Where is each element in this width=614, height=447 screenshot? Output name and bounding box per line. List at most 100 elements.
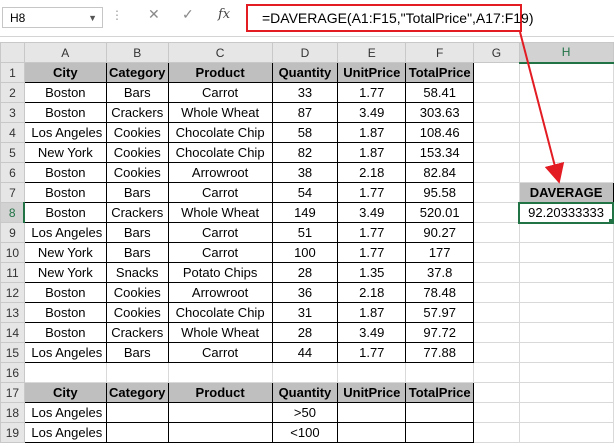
name-box[interactable]: H8 ▼ — [2, 7, 103, 28]
cell-h17[interactable] — [518, 382, 614, 403]
cell-c15[interactable]: Carrot — [167, 342, 273, 363]
cell-b5[interactable]: Cookies — [105, 142, 169, 163]
cell-e3[interactable]: 3.49 — [337, 102, 407, 123]
cell-f15[interactable]: 77.88 — [405, 342, 475, 363]
cell-g14[interactable] — [473, 322, 520, 343]
cell-g12[interactable] — [473, 282, 520, 303]
row-header-13[interactable]: 13 — [0, 302, 25, 323]
cell-d13[interactable]: 31 — [271, 302, 339, 323]
cell-f8[interactable]: 520.01 — [405, 202, 475, 223]
cell-a16[interactable] — [23, 362, 107, 383]
cell-a10[interactable]: New York — [23, 242, 107, 263]
cell-h9[interactable] — [518, 222, 614, 243]
row-header-17[interactable]: 17 — [0, 382, 25, 403]
cell-c5[interactable]: Chocolate Chip — [167, 142, 273, 163]
cell-h12[interactable] — [518, 282, 614, 303]
cell-g9[interactable] — [473, 222, 520, 243]
row-header-19[interactable]: 19 — [0, 422, 25, 443]
cell-g6[interactable] — [473, 162, 520, 183]
header-cell-f[interactable]: TotalPrice — [405, 62, 475, 83]
cell-c19[interactable] — [167, 422, 273, 443]
formula-input[interactable]: =DAVERAGE(A1:F15,"TotalPrice",A17:F19) — [246, 4, 534, 32]
cell-h4[interactable] — [518, 122, 614, 143]
cell-f6[interactable]: 82.84 — [405, 162, 475, 183]
cell-a2[interactable]: Boston — [23, 82, 107, 103]
cancel-icon[interactable]: ✕ — [148, 6, 160, 23]
cell-d7[interactable]: 54 — [271, 182, 339, 203]
cell-h10[interactable] — [518, 242, 614, 263]
criteria-header-e[interactable]: UnitPrice — [337, 382, 407, 403]
cell-d19[interactable]: <100 — [271, 422, 339, 443]
cell-a3[interactable]: Boston — [23, 102, 107, 123]
cell-c18[interactable] — [167, 402, 273, 423]
cell-f4[interactable]: 108.46 — [405, 122, 475, 143]
cell-d18[interactable]: >50 — [271, 402, 339, 423]
cell-g3[interactable] — [473, 102, 520, 123]
cell-g7[interactable] — [473, 182, 520, 203]
cell-a6[interactable]: Boston — [23, 162, 107, 183]
cell-f16[interactable] — [405, 362, 475, 383]
cell-f2[interactable]: 58.41 — [405, 82, 475, 103]
cell-g5[interactable] — [473, 142, 520, 163]
chevron-down-icon[interactable]: ▼ — [88, 8, 97, 29]
cell-e19[interactable] — [337, 422, 407, 443]
cell-g2[interactable] — [473, 82, 520, 103]
cell-c16[interactable] — [167, 362, 273, 383]
cell-b7[interactable]: Bars — [105, 182, 169, 203]
cell-g15[interactable] — [473, 342, 520, 363]
row-header-2[interactable]: 2 — [0, 82, 25, 103]
cell-c2[interactable]: Carrot — [167, 82, 273, 103]
cell-f13[interactable]: 57.97 — [405, 302, 475, 323]
cell-e4[interactable]: 1.87 — [337, 122, 407, 143]
cell-e13[interactable]: 1.87 — [337, 302, 407, 323]
daverage-result-cell[interactable]: 92.20333333 — [518, 201, 614, 224]
criteria-header-f[interactable]: TotalPrice — [405, 382, 475, 403]
header-cell-c[interactable]: Product — [167, 62, 273, 83]
cell-b11[interactable]: Snacks — [105, 262, 169, 283]
cell-e5[interactable]: 1.87 — [337, 142, 407, 163]
cell-e10[interactable]: 1.77 — [337, 242, 407, 263]
cell-e18[interactable] — [337, 402, 407, 423]
row-header-18[interactable]: 18 — [0, 402, 25, 423]
column-header-a[interactable]: A — [23, 42, 107, 63]
cell-f12[interactable]: 78.48 — [405, 282, 475, 303]
cell-b18[interactable] — [105, 402, 169, 423]
cell-d5[interactable]: 82 — [271, 142, 339, 163]
cell-c7[interactable]: Carrot — [167, 182, 273, 203]
cell-h11[interactable] — [518, 262, 614, 283]
cell-e15[interactable]: 1.77 — [337, 342, 407, 363]
cell-a15[interactable]: Los Angeles — [23, 342, 107, 363]
header-cell-b[interactable]: Category — [105, 62, 169, 83]
cell-a13[interactable]: Boston — [23, 302, 107, 323]
cell-d4[interactable]: 58 — [271, 122, 339, 143]
criteria-header-d[interactable]: Quantity — [271, 382, 339, 403]
cell-c13[interactable]: Chocolate Chip — [167, 302, 273, 323]
cell-e9[interactable]: 1.77 — [337, 222, 407, 243]
cell-h5[interactable] — [518, 142, 614, 163]
cell-h16[interactable] — [518, 362, 614, 383]
row-header-10[interactable]: 10 — [0, 242, 25, 263]
cell-b3[interactable]: Crackers — [105, 102, 169, 123]
cell-h15[interactable] — [518, 342, 614, 363]
cell-c9[interactable]: Carrot — [167, 222, 273, 243]
column-header-f[interactable]: F — [405, 42, 475, 63]
column-header-b[interactable]: B — [105, 42, 169, 63]
row-header-5[interactable]: 5 — [0, 142, 25, 163]
cell-d12[interactable]: 36 — [271, 282, 339, 303]
row-header-16[interactable]: 16 — [0, 362, 25, 383]
cell-g10[interactable] — [473, 242, 520, 263]
row-header-15[interactable]: 15 — [0, 342, 25, 363]
column-header-h[interactable]: H — [518, 42, 614, 64]
cell-b19[interactable] — [105, 422, 169, 443]
row-header-11[interactable]: 11 — [0, 262, 25, 283]
cell-a19[interactable]: Los Angeles — [23, 422, 107, 443]
cell-d3[interactable]: 87 — [271, 102, 339, 123]
enter-icon[interactable]: ✓ — [182, 6, 194, 23]
cell-d2[interactable]: 33 — [271, 82, 339, 103]
cell-e2[interactable]: 1.77 — [337, 82, 407, 103]
cell-b12[interactable]: Cookies — [105, 282, 169, 303]
cell-d15[interactable]: 44 — [271, 342, 339, 363]
cell-a14[interactable]: Boston — [23, 322, 107, 343]
cell-g11[interactable] — [473, 262, 520, 283]
row-header-1[interactable]: 1 — [0, 62, 25, 83]
